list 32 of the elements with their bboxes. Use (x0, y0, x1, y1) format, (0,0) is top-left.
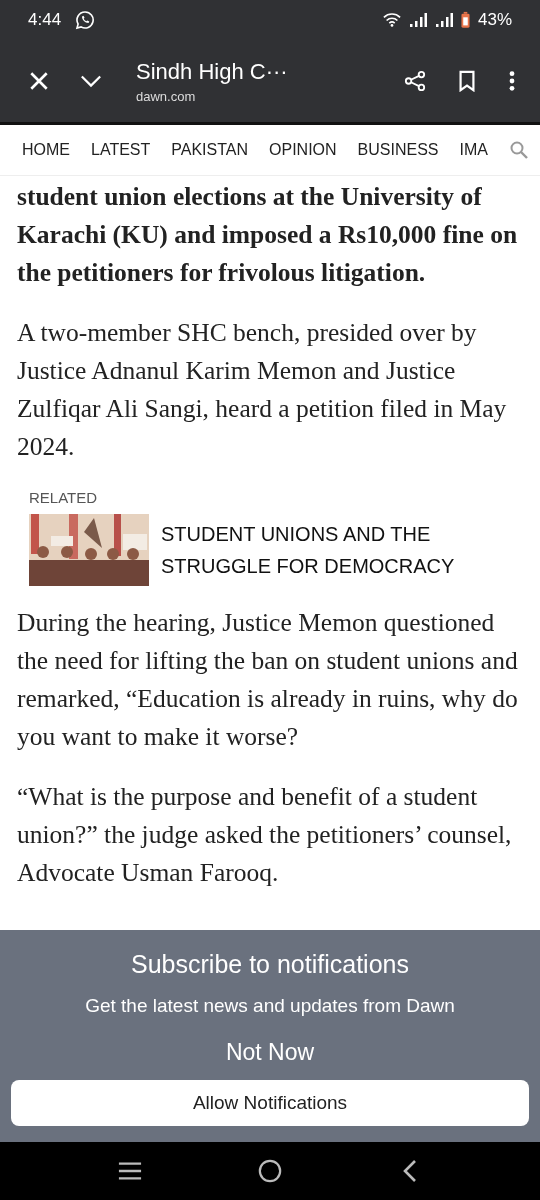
article-paragraph: “What is the purpose and benefit of a student union?” the judge asked the petitioners’ counsel, Advocate Usman Farooq. (17, 781, 513, 889)
chat-app-icon (75, 10, 96, 30)
recent-apps-icon[interactable] (118, 1159, 142, 1183)
share-icon (404, 70, 426, 92)
close-icon (28, 70, 50, 92)
battery-percent: 43% (477, 10, 512, 30)
wifi-icon (382, 12, 401, 28)
status-time: 4:44 (28, 10, 62, 30)
related-article-link[interactable]: STUDENT UNIONS AND THE STRUGGLE FOR DEMOCRACY (161, 518, 461, 582)
banner-title: Subscribe to notifications (131, 950, 409, 979)
bookmark-icon (456, 70, 478, 92)
nav-link[interactable]: HOME (22, 141, 70, 159)
nav-link[interactable]: PAKISTAN (171, 141, 249, 159)
allow-notifications-button[interactable]: Allow Notifications (11, 1080, 529, 1126)
search-icon[interactable] (509, 140, 529, 160)
signal-icon (408, 12, 427, 28)
signal-icon (434, 12, 453, 28)
home-icon[interactable] (258, 1159, 282, 1183)
more-icon (508, 70, 516, 92)
nav-link[interactable]: BUSINESS (357, 141, 439, 159)
banner-subtitle: Get the latest news and updates from Dawn (85, 995, 455, 1017)
nav-link[interactable]: LATEST (91, 141, 151, 159)
article-lead: student union elections at the University of Karachi (KU) and imposed a Rs10,000 fine on the petitioners for frivolous litigation. (17, 181, 519, 289)
not-now-button[interactable]: Not Now (221, 1035, 319, 1070)
nav-link[interactable]: IMA (459, 141, 488, 159)
page-title: Sindh High C··· (136, 58, 289, 85)
battery-icon (460, 11, 470, 29)
article-paragraph: A two-member SHC bench, presided over by Justice Adnanul Karim Memon and Justice Zulfiqar Ali Sangi, heard a petition filed in May 2024. (17, 317, 508, 463)
article-paragraph: During the hearing, Justice Memon questioned the need for lifting the ban on student unions and remarked, “Education is already in ruins, why do you want to make it worse? (17, 607, 519, 753)
related-label: RELATED (29, 488, 99, 508)
page-domain: dawn.com (136, 88, 197, 104)
nav-link[interactable]: OPINION (269, 141, 337, 159)
